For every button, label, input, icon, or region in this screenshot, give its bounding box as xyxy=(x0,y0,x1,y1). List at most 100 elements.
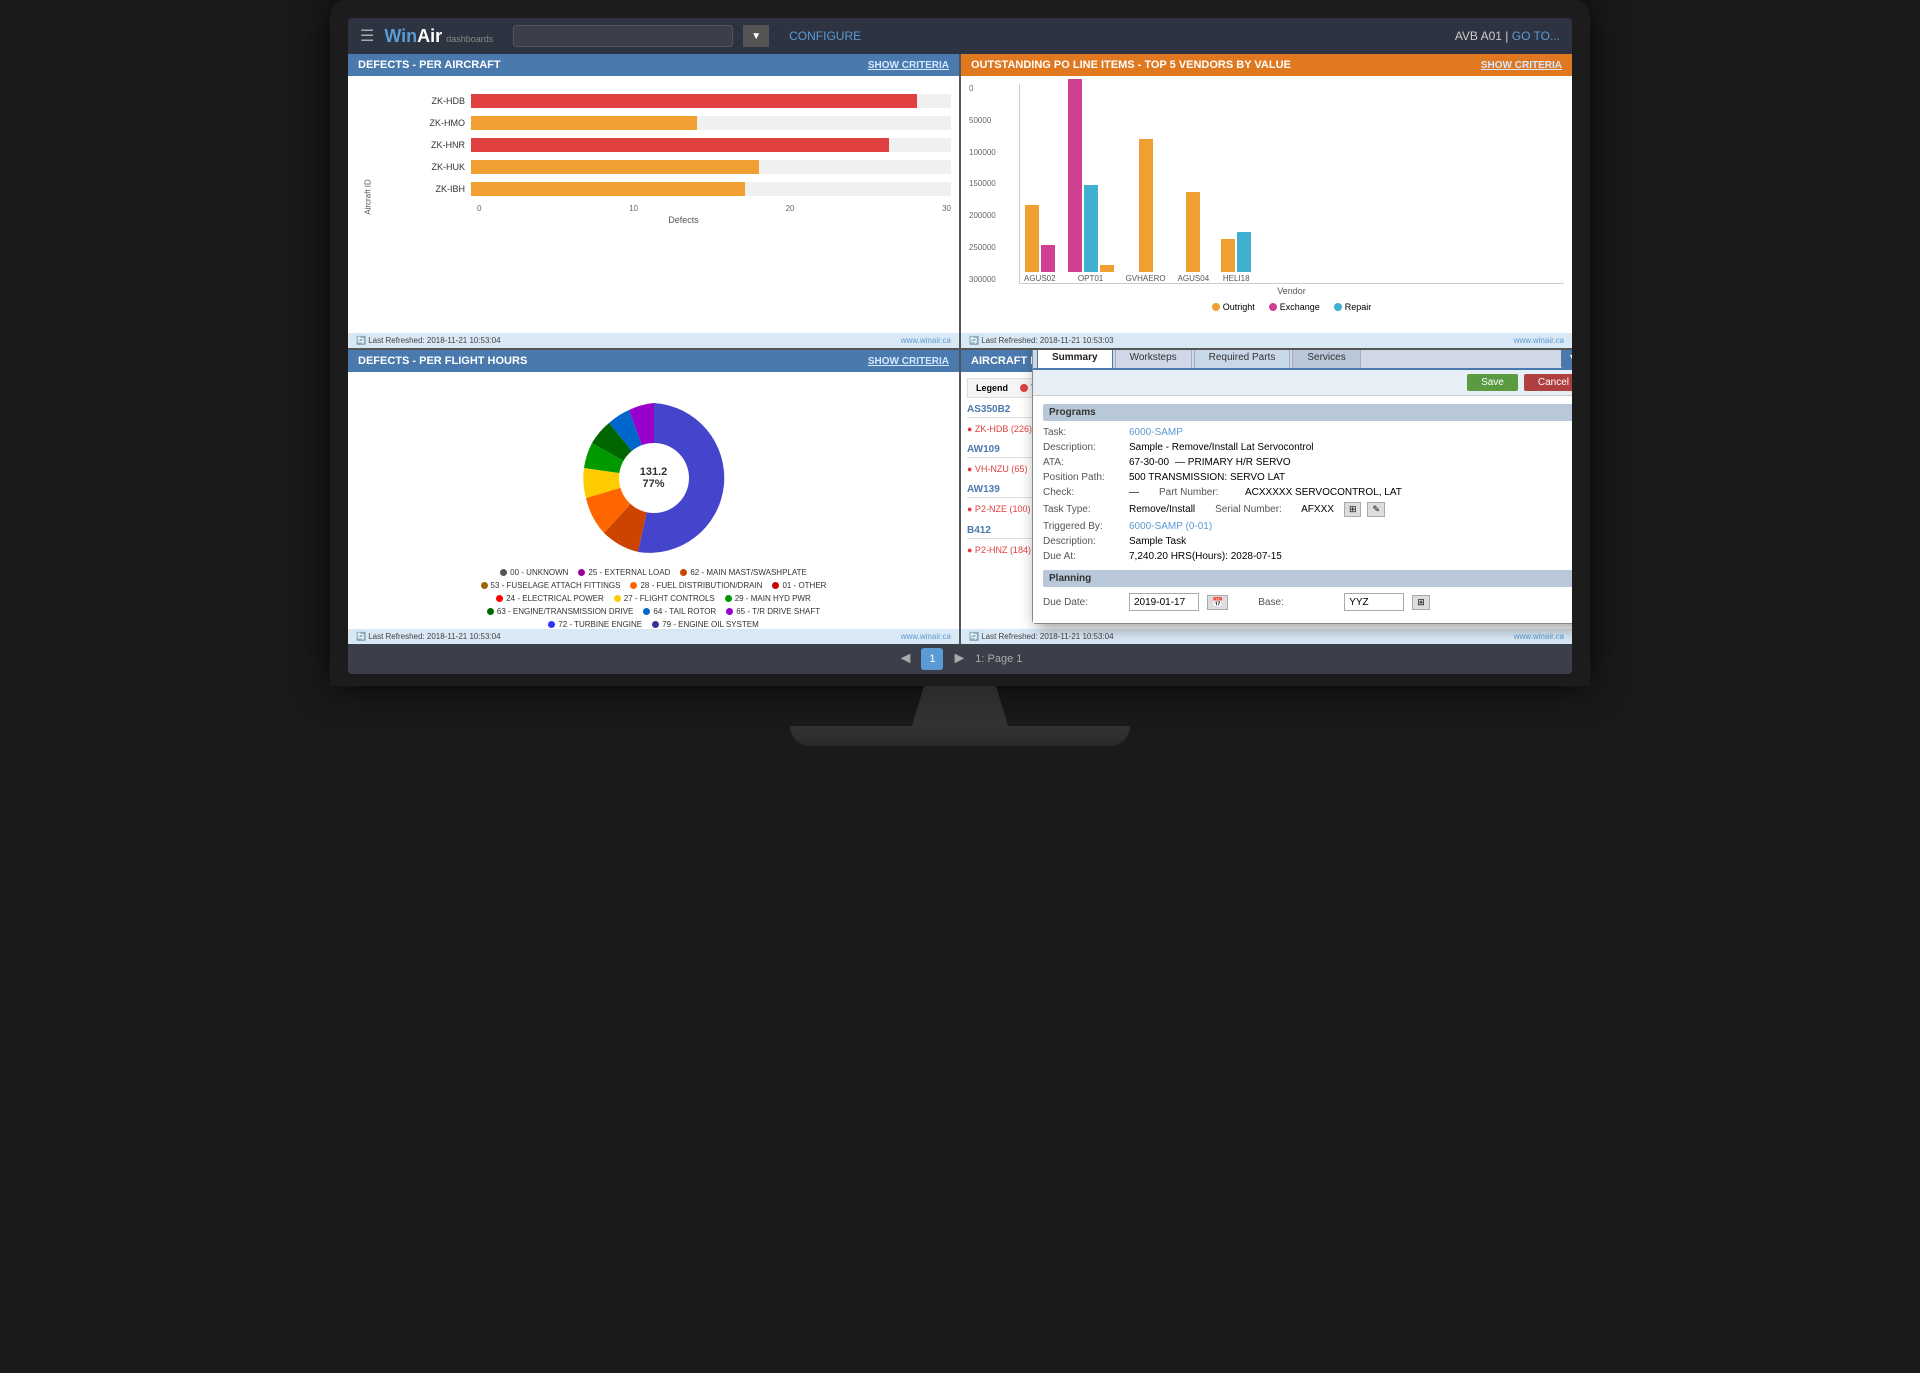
defects-per-aircraft-chart: Aircraft ID ZK-HDB ZK-HMO xyxy=(348,76,959,318)
tab-services[interactable]: Services xyxy=(1292,350,1360,368)
configure-link[interactable]: CONFIGURE xyxy=(789,29,861,43)
action-bar: Save Cancel xyxy=(1033,370,1572,396)
current-page[interactable]: 1 xyxy=(921,648,943,670)
dashboard-grid: DEFECTS - PER AIRCRAFT SHOW CRITERIA Air… xyxy=(348,54,1572,644)
due-date-calendar-btn[interactable]: 📅 xyxy=(1207,595,1228,610)
task-summary-body: Programs Task: 6000-SAMP Description: Sa… xyxy=(1033,396,1572,623)
app-subtitle: dashboards xyxy=(446,34,493,44)
bar-chart-area: AGUS02 OPT01 xyxy=(1019,84,1564,284)
vendor-label: AGUS02 xyxy=(1024,274,1056,283)
tab-worksteps[interactable]: Worksteps xyxy=(1115,350,1192,368)
tab-summary[interactable]: Summary xyxy=(1037,350,1113,368)
outstanding-po-chart: 300000250000200000150000100000500000 A xyxy=(961,76,1572,318)
task-summary-overlay: Task - Summary ✕ Work Order: 190103 Task… xyxy=(1032,350,1572,624)
defects-per-flight-header: DEFECTS - PER FLIGHT HOURS SHOW CRITERIA xyxy=(348,350,959,372)
vendor-label: HELI18 xyxy=(1223,274,1250,283)
serial-lookup-btn[interactable]: ⊞ xyxy=(1344,502,1362,517)
app-logo: WinAir xyxy=(384,26,442,47)
list-item[interactable]: ● VH-NZU (65) xyxy=(967,464,1027,474)
panel-footer: 🔄 Last Refreshed: 2018-11-21 10:53:03 ww… xyxy=(961,333,1572,348)
bar-group xyxy=(1139,139,1153,272)
top-bar-right: AVB A01 | GO TO... xyxy=(1455,29,1560,43)
plan-due-date-row: Due Date: 📅 xyxy=(1043,593,1228,611)
pie-chart: 131.277% xyxy=(574,398,734,558)
legend-item: Repair xyxy=(1334,302,1372,312)
defects-per-flight-panel: DEFECTS - PER FLIGHT HOURS SHOW CRITERIA xyxy=(348,350,959,644)
prog-check-value: — xyxy=(1129,487,1139,498)
list-item[interactable]: ● ZK-HDB (226) xyxy=(967,424,1032,434)
defects-per-flight-show-criteria[interactable]: SHOW CRITERIA xyxy=(868,356,949,367)
tab-bar: Summary Worksteps Required Parts Service… xyxy=(1033,350,1572,370)
prog-triggered-desc-value: Sample Task xyxy=(1129,536,1186,547)
menu-icon[interactable]: ☰ xyxy=(360,26,374,46)
pie-area: 131.277% 00 - UNKNOWN 25 - EXTERNAL LOAD… xyxy=(356,380,951,606)
prog-tasktype-serialno-row: Task Type: Remove/Install Serial Number:… xyxy=(1043,502,1572,521)
prog-task-type-value: Remove/Install xyxy=(1129,504,1195,515)
panel-footer: 🔄 Last Refreshed: 2018-11-21 10:53:04 ww… xyxy=(348,629,959,644)
vendor-label: AGUS04 xyxy=(1178,274,1210,283)
pagination-bar: ◄ 1 ► 1: Page 1 xyxy=(348,644,1572,674)
pie-legend: 00 - UNKNOWN 25 - EXTERNAL LOAD 62 - MAI… xyxy=(444,568,864,629)
tab-required-parts[interactable]: Required Parts xyxy=(1194,350,1291,368)
y-axis-label: Aircraft ID xyxy=(363,179,372,215)
defects-per-flight-chart: 131.277% 00 - UNKNOWN 25 - EXTERNAL LOAD… xyxy=(348,372,959,614)
programs-section-header: Programs xyxy=(1043,404,1572,421)
plan-base-input[interactable] xyxy=(1344,593,1404,611)
winair-link[interactable]: www.winair.ca xyxy=(1514,336,1564,345)
prev-page-button[interactable]: ◄ xyxy=(898,650,914,668)
search-input[interactable] xyxy=(513,25,733,47)
winair-link[interactable]: www.winair.ca xyxy=(901,336,951,345)
top-bar: ☰ WinAir dashboards ▼ CONFIGURE AVB A01 … xyxy=(348,18,1572,54)
prog-due-value: 7,240.20 HRS(Hours): 2028-07-15 xyxy=(1129,551,1282,562)
programs-content: Task: 6000-SAMP Description: Sample - Re… xyxy=(1043,427,1572,562)
chart-legend: Outright Exchange Repair xyxy=(1019,302,1564,312)
legend-item: Exchange xyxy=(1269,302,1320,312)
prog-task-link[interactable]: 6000-SAMP xyxy=(1129,427,1183,438)
winair-link[interactable]: www.winair.ca xyxy=(901,632,951,641)
defects-per-aircraft-panel: DEFECTS - PER AIRCRAFT SHOW CRITERIA Air… xyxy=(348,54,959,348)
table-row: ZK-HDB xyxy=(416,94,951,108)
page-label: 1: Page 1 xyxy=(975,653,1022,665)
bar-group xyxy=(1025,205,1055,272)
legend-item: Outright xyxy=(1212,302,1255,312)
vendor-label: OPT01 xyxy=(1078,274,1103,283)
pie-label: 131.277% xyxy=(640,466,668,490)
y-axis: 300000250000200000150000100000500000 xyxy=(969,84,996,284)
plan-due-date-input[interactable] xyxy=(1129,593,1199,611)
planning-content: Due Date: 📅 Base: ⊞ xyxy=(1043,593,1572,615)
next-page-button[interactable]: ► xyxy=(951,650,967,668)
prog-ata-value: 67-30-00 xyxy=(1129,457,1169,468)
defects-per-aircraft-title: DEFECTS - PER AIRCRAFT xyxy=(358,59,501,71)
more-options-icon[interactable]: ▼ xyxy=(1561,350,1572,368)
table-row: ZK-HNR xyxy=(416,138,951,152)
outstanding-po-show-criteria[interactable]: SHOW CRITERIA xyxy=(1481,60,1562,71)
go-to-link[interactable]: GO TO... xyxy=(1512,29,1560,43)
list-item[interactable]: ● P2-NZE (100) xyxy=(967,504,1030,515)
prog-desc-row: Description: Sample - Remove/Install Lat… xyxy=(1043,442,1572,453)
prog-check-partno-row: Check: — Part Number: ACXXXXX SERVOCONTR… xyxy=(1043,487,1572,502)
monitor-base xyxy=(790,726,1130,746)
prog-part-no-value: ACXXXXX SERVOCONTROL, LAT xyxy=(1245,487,1402,498)
prog-pos-value: 500 TRANSMISSION: SERVO LAT xyxy=(1129,472,1285,483)
vendor-label: GVHAERO xyxy=(1126,274,1166,283)
save-button[interactable]: Save xyxy=(1467,374,1518,391)
table-row: ZK-HUK xyxy=(416,160,951,174)
prog-serial-no-value: AFXXX xyxy=(1301,504,1334,515)
prog-triggered-desc-row: Description: Sample Task xyxy=(1043,536,1572,547)
planning-section-header: Planning xyxy=(1043,570,1572,587)
prog-pos-row: Position Path: 500 TRANSMISSION: SERVO L… xyxy=(1043,472,1572,483)
search-dropdown[interactable]: ▼ xyxy=(743,25,769,47)
winair-link[interactable]: www.winair.ca xyxy=(1514,632,1564,641)
base-lookup-btn[interactable]: ⊞ xyxy=(1412,595,1430,610)
table-row: ZK-IBH xyxy=(416,182,951,196)
monitor-neck xyxy=(900,686,1020,726)
prog-triggered-link[interactable]: 6000-SAMP (0-01) xyxy=(1129,521,1212,532)
defects-per-aircraft-header: DEFECTS - PER AIRCRAFT SHOW CRITERIA xyxy=(348,54,959,76)
prog-ata-row: ATA: 67-30-00 — PRIMARY H/R SERVO xyxy=(1043,457,1572,468)
defects-per-aircraft-show-criteria[interactable]: SHOW CRITERIA xyxy=(868,60,949,71)
list-item[interactable]: ● P2-HNZ (184) xyxy=(967,545,1031,555)
screen: ☰ WinAir dashboards ▼ CONFIGURE AVB A01 … xyxy=(348,18,1572,674)
plan-base-row: Base: ⊞ xyxy=(1258,593,1430,611)
cancel-button[interactable]: Cancel xyxy=(1524,374,1572,391)
serial-edit-btn[interactable]: ✎ xyxy=(1367,502,1385,517)
